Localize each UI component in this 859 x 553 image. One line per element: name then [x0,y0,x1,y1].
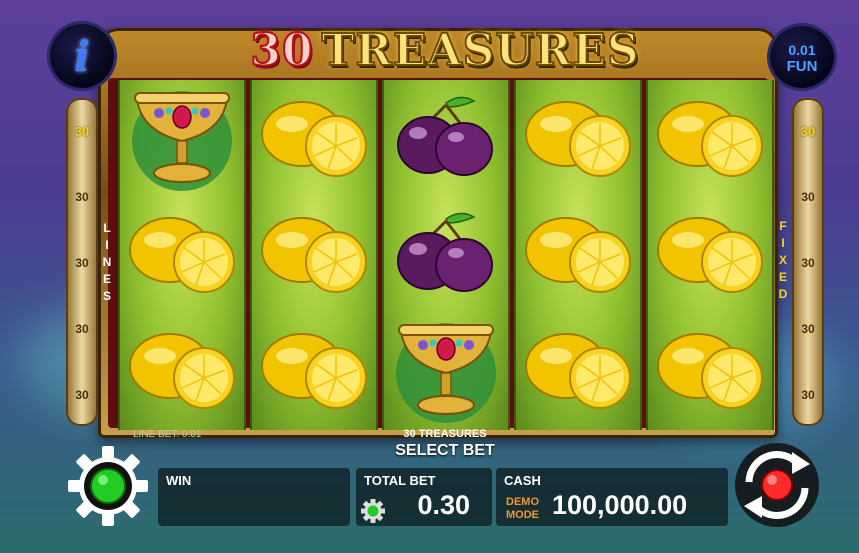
goblet-symbol [120,80,244,196]
info-button[interactable]: i [50,24,114,88]
bet-gear-icon[interactable] [360,498,386,524]
total-bet-value: 0.30 [417,490,470,520]
lemon-symbol [252,80,376,196]
left-line-number[interactable]: 30 [66,322,98,336]
plum-symbol [384,196,508,312]
lemon-symbol [516,196,640,312]
win-label: WIN [166,473,192,488]
right-line-number: 30 [801,388,815,402]
left-line-number[interactable]: 30 [66,256,98,270]
fun-balance-button[interactable]: 0.01 FUN [770,26,834,88]
cash-panel: CASH DEMO MODE 100,000.00 [496,468,728,526]
lines-label: LINES [102,221,112,303]
plum-symbol [384,80,508,196]
fun-mode-label: FUN [786,58,818,75]
cash-label: CASH [504,473,541,488]
reel-4 [514,80,642,430]
game-title: 30 TREASURES [165,24,725,77]
total-bet-label: TOTAL BET [364,473,436,488]
reel-5 [646,80,774,430]
lemon-symbol [648,80,772,196]
right-fixed-panel: 30 30 30 30 30 [792,98,824,426]
lemon-symbol [120,196,244,312]
lemon-symbol [252,196,376,312]
title-word: TREASURES [321,24,640,77]
right-line-number: 30 [800,124,816,139]
reel-1 [118,80,246,430]
cash-value: 100,000.00 [552,490,688,520]
fixed-label: FIXED [778,219,788,301]
left-line-number[interactable]: 30 [66,388,98,402]
left-line-number[interactable]: 30 [66,124,98,139]
settings-button[interactable] [66,444,150,528]
demo-mode-label: DEMO MODE [506,496,539,521]
spin-icon [735,443,819,527]
reel-3 [382,80,510,430]
game-name: 30 TREASURES [403,428,487,440]
line-bet-text: LINE BET: 0.01 [133,429,202,440]
lemon-symbol [252,312,376,428]
title-number: 30 [249,24,314,77]
lemon-symbol [648,196,772,312]
fun-amount: 0.01 [788,42,816,58]
right-line-number: 30 [801,256,815,270]
info-icon: i [74,31,90,81]
gear-icon [68,446,148,526]
right-line-number: 30 [801,190,815,204]
win-panel: WIN [158,468,350,526]
select-bet-button[interactable]: SELECT BET [330,442,560,460]
lemon-symbol [516,80,640,196]
left-lines-panel: 30 30 30 30 30 [66,98,98,426]
reel-2 [250,80,378,430]
left-line-number[interactable]: 30 [66,190,98,204]
lemon-symbol [120,312,244,428]
lemon-symbol [516,312,640,428]
goblet-symbol [384,312,508,428]
spin-button[interactable] [732,440,822,530]
lemon-symbol [648,312,772,428]
total-bet-panel[interactable]: TOTAL BET 0.30 [356,468,492,526]
right-line-number: 30 [801,322,815,336]
